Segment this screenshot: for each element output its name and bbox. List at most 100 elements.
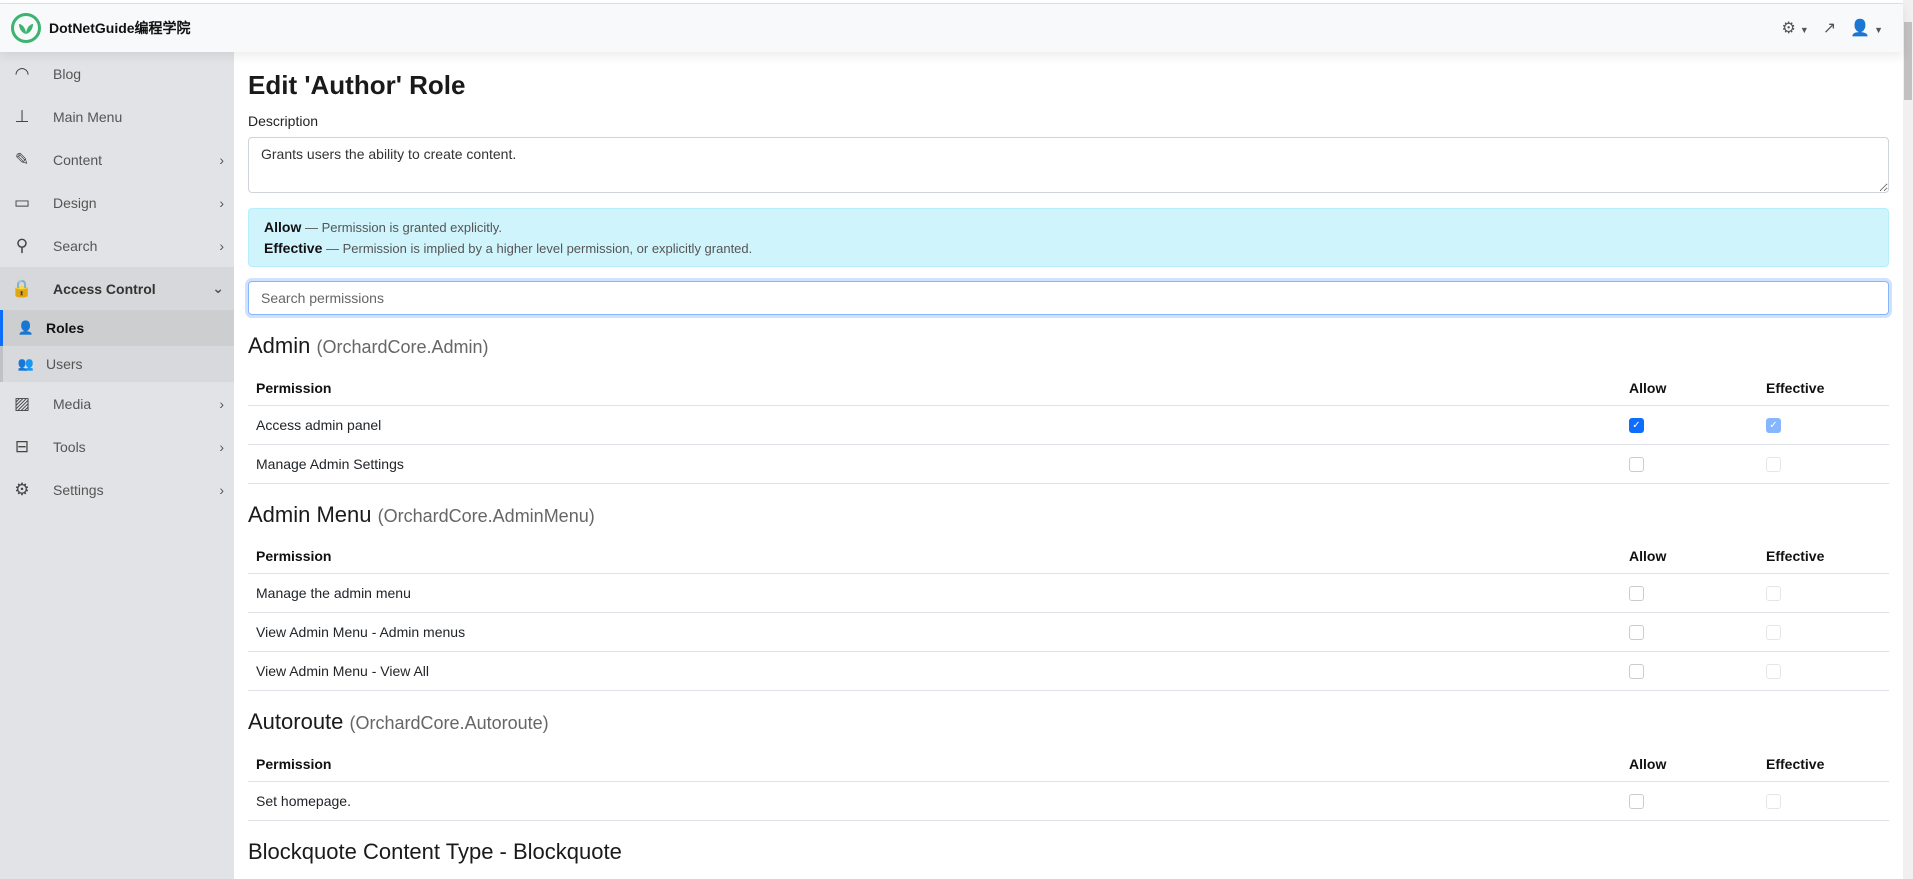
sidebar: ◠ Blog ⊥ Main Menu ✎ Content › ▭ Design › ⚲ Sea…	[0, 52, 234, 879]
column-allow: Allow	[1621, 371, 1758, 406]
sidebar-item-blog[interactable]: ◠ Blog	[0, 52, 234, 95]
permission-name: Set homepage.	[248, 781, 1621, 821]
scrollbar-thumb[interactable]	[1904, 22, 1912, 100]
edit-icon: ✎	[14, 149, 30, 169]
table-header-row: Permission Allow Effective	[248, 371, 1889, 406]
permissions-table: Permission Allow Effective Set homepage.	[248, 747, 1889, 821]
images-icon: ▨	[13, 393, 31, 413]
group-module: (OrchardCore.Admin)	[316, 337, 489, 357]
effective-checkbox	[1766, 586, 1781, 602]
permission-group-title: Admin Menu (OrchardCore.AdminMenu)	[248, 502, 1889, 532]
group-module: (OrchardCore.Autoroute)	[349, 713, 549, 733]
sidebar-item-label: Design	[53, 194, 97, 211]
chevron-right-icon: ›	[219, 438, 224, 455]
effective-checkbox	[1766, 793, 1781, 809]
column-effective: Effective	[1758, 539, 1889, 574]
top-navbar: DotNetGuide编程学院 ⚙ ▼ ↗ 👤 ▼	[0, 4, 1903, 52]
sidebar-item-tools[interactable]: ⊟ Tools ›	[0, 425, 234, 468]
permission-name: Manage Admin Settings	[248, 444, 1621, 484]
info-alert: Allow — Permission is granted explicitly…	[248, 208, 1889, 267]
chevron-down-icon: ⌄	[212, 280, 224, 296]
sidebar-item-label: Access Control	[53, 280, 156, 297]
column-allow: Allow	[1621, 539, 1758, 574]
column-allow: Allow	[1621, 747, 1758, 782]
caret-down-icon: ▼	[1799, 25, 1809, 35]
brand-logo[interactable]	[11, 13, 41, 43]
visit-site-button[interactable]: ↗	[1823, 18, 1836, 38]
brand-name[interactable]: DotNetGuide编程学院	[49, 18, 191, 38]
users-icon: 👥	[17, 356, 35, 371]
table-row: Manage Admin Settings	[248, 444, 1889, 484]
gear-icon: ⚙	[1781, 20, 1796, 37]
sidebar-item-access-control[interactable]: 🔒 Access Control ⌄	[0, 267, 234, 310]
column-permission: Permission	[248, 371, 1621, 406]
allow-checkbox[interactable]	[1629, 793, 1644, 809]
rss-icon: ◠	[14, 63, 30, 83]
sidebar-item-label: Tools	[53, 438, 86, 455]
permission-group-title: Admin (OrchardCore.Admin)	[248, 333, 1889, 363]
allow-checkbox[interactable]	[1629, 664, 1644, 680]
permissions-table: Permission Allow Effective Manage the admin…	[248, 539, 1889, 691]
theme-settings-button[interactable]: ⚙ ▼	[1781, 18, 1808, 38]
sidebar-item-label: Roles	[46, 320, 85, 336]
sidebar-item-settings[interactable]: ⚙ Settings ›	[0, 468, 234, 511]
sidebar-item-media[interactable]: ▨ Media ›	[0, 382, 234, 425]
permission-groups: Admin (OrchardCore.Admin) Permission Allow…	[248, 333, 1889, 869]
group-name: Admin Menu	[248, 501, 372, 527]
allow-checkbox[interactable]: ✓	[1629, 417, 1644, 433]
table-header-row: Permission Allow Effective	[248, 747, 1889, 782]
search-icon: ⚲	[15, 235, 29, 255]
table-row: Manage the admin menu	[248, 573, 1889, 613]
sidebar-item-label: Media	[53, 395, 92, 412]
table-header-row: Permission Allow Effective	[248, 539, 1889, 574]
allow-checkbox[interactable]	[1629, 625, 1644, 641]
description-field[interactable]: Grants users the ability to create conte…	[248, 137, 1889, 193]
table-row: Access admin panel ✓ ✓	[248, 405, 1889, 445]
effective-explanation: — Permission is implied by a higher leve…	[322, 241, 753, 256]
page-scrollbar[interactable]	[1903, 0, 1913, 879]
sidebar-item-design[interactable]: ▭ Design ›	[0, 181, 234, 224]
allow-checkbox[interactable]	[1629, 586, 1644, 602]
allow-term: Allow	[264, 219, 302, 235]
sidebar-item-search[interactable]: ⚲ Search ›	[0, 224, 234, 267]
chevron-right-icon: ›	[219, 151, 224, 168]
group-name: Autoroute	[248, 709, 344, 734]
sidebar-item-content[interactable]: ✎ Content ›	[0, 138, 234, 181]
page-title: Edit 'Author' Role	[248, 70, 466, 100]
sidebar-item-label: Content	[53, 151, 103, 168]
permission-group-title: Blockquote Content Type - Blockquote	[248, 839, 1889, 869]
effective-checkbox	[1766, 664, 1781, 680]
chevron-right-icon: ›	[219, 395, 224, 412]
user-icon: 👤	[1850, 20, 1871, 37]
chevron-right-icon: ›	[219, 194, 224, 211]
group-module: (OrchardCore.AdminMenu)	[377, 505, 595, 526]
main-content: Edit 'Author' Role Description Grants us…	[248, 52, 1889, 869]
permission-name: Access admin panel	[248, 405, 1621, 445]
chevron-right-icon: ›	[219, 237, 224, 254]
chevron-right-icon: ›	[219, 481, 224, 498]
column-permission: Permission	[248, 747, 1621, 782]
permission-name: View Admin Menu - Admin menus	[248, 612, 1621, 652]
allow-explanation: — Permission is granted explicitly.	[301, 220, 502, 235]
permission-group-title: Autoroute (OrchardCore.Autoroute)	[248, 709, 1889, 739]
description-label: Description	[248, 113, 319, 129]
column-effective: Effective	[1758, 371, 1889, 406]
user-lock-icon: 👤	[17, 320, 35, 335]
sidebar-item-main-menu[interactable]: ⊥ Main Menu	[0, 95, 234, 138]
external-link-icon: ↗	[1822, 20, 1837, 37]
allow-checkbox[interactable]	[1629, 456, 1644, 472]
effective-checkbox	[1766, 625, 1781, 641]
permissions-table: Permission Allow Effective Access admin pan…	[248, 371, 1889, 484]
permission-name: View Admin Menu - View All	[248, 651, 1621, 691]
table-row: View Admin Menu - View All	[248, 651, 1889, 691]
column-effective: Effective	[1758, 747, 1889, 782]
caret-down-icon: ▼	[1874, 25, 1883, 35]
sidebar-item-users[interactable]: 👥 Users	[0, 346, 234, 382]
sidebar-item-roles[interactable]: 👤 Roles	[0, 310, 234, 346]
table-row: View Admin Menu - Admin menus	[248, 612, 1889, 652]
search-permissions-input[interactable]	[248, 281, 1889, 315]
effective-checkbox	[1766, 456, 1781, 472]
sidebar-item-label: Users	[46, 356, 83, 372]
user-menu-button[interactable]: 👤 ▼	[1850, 18, 1883, 38]
group-name: Blockquote Content Type - Blockquote	[248, 838, 622, 864]
